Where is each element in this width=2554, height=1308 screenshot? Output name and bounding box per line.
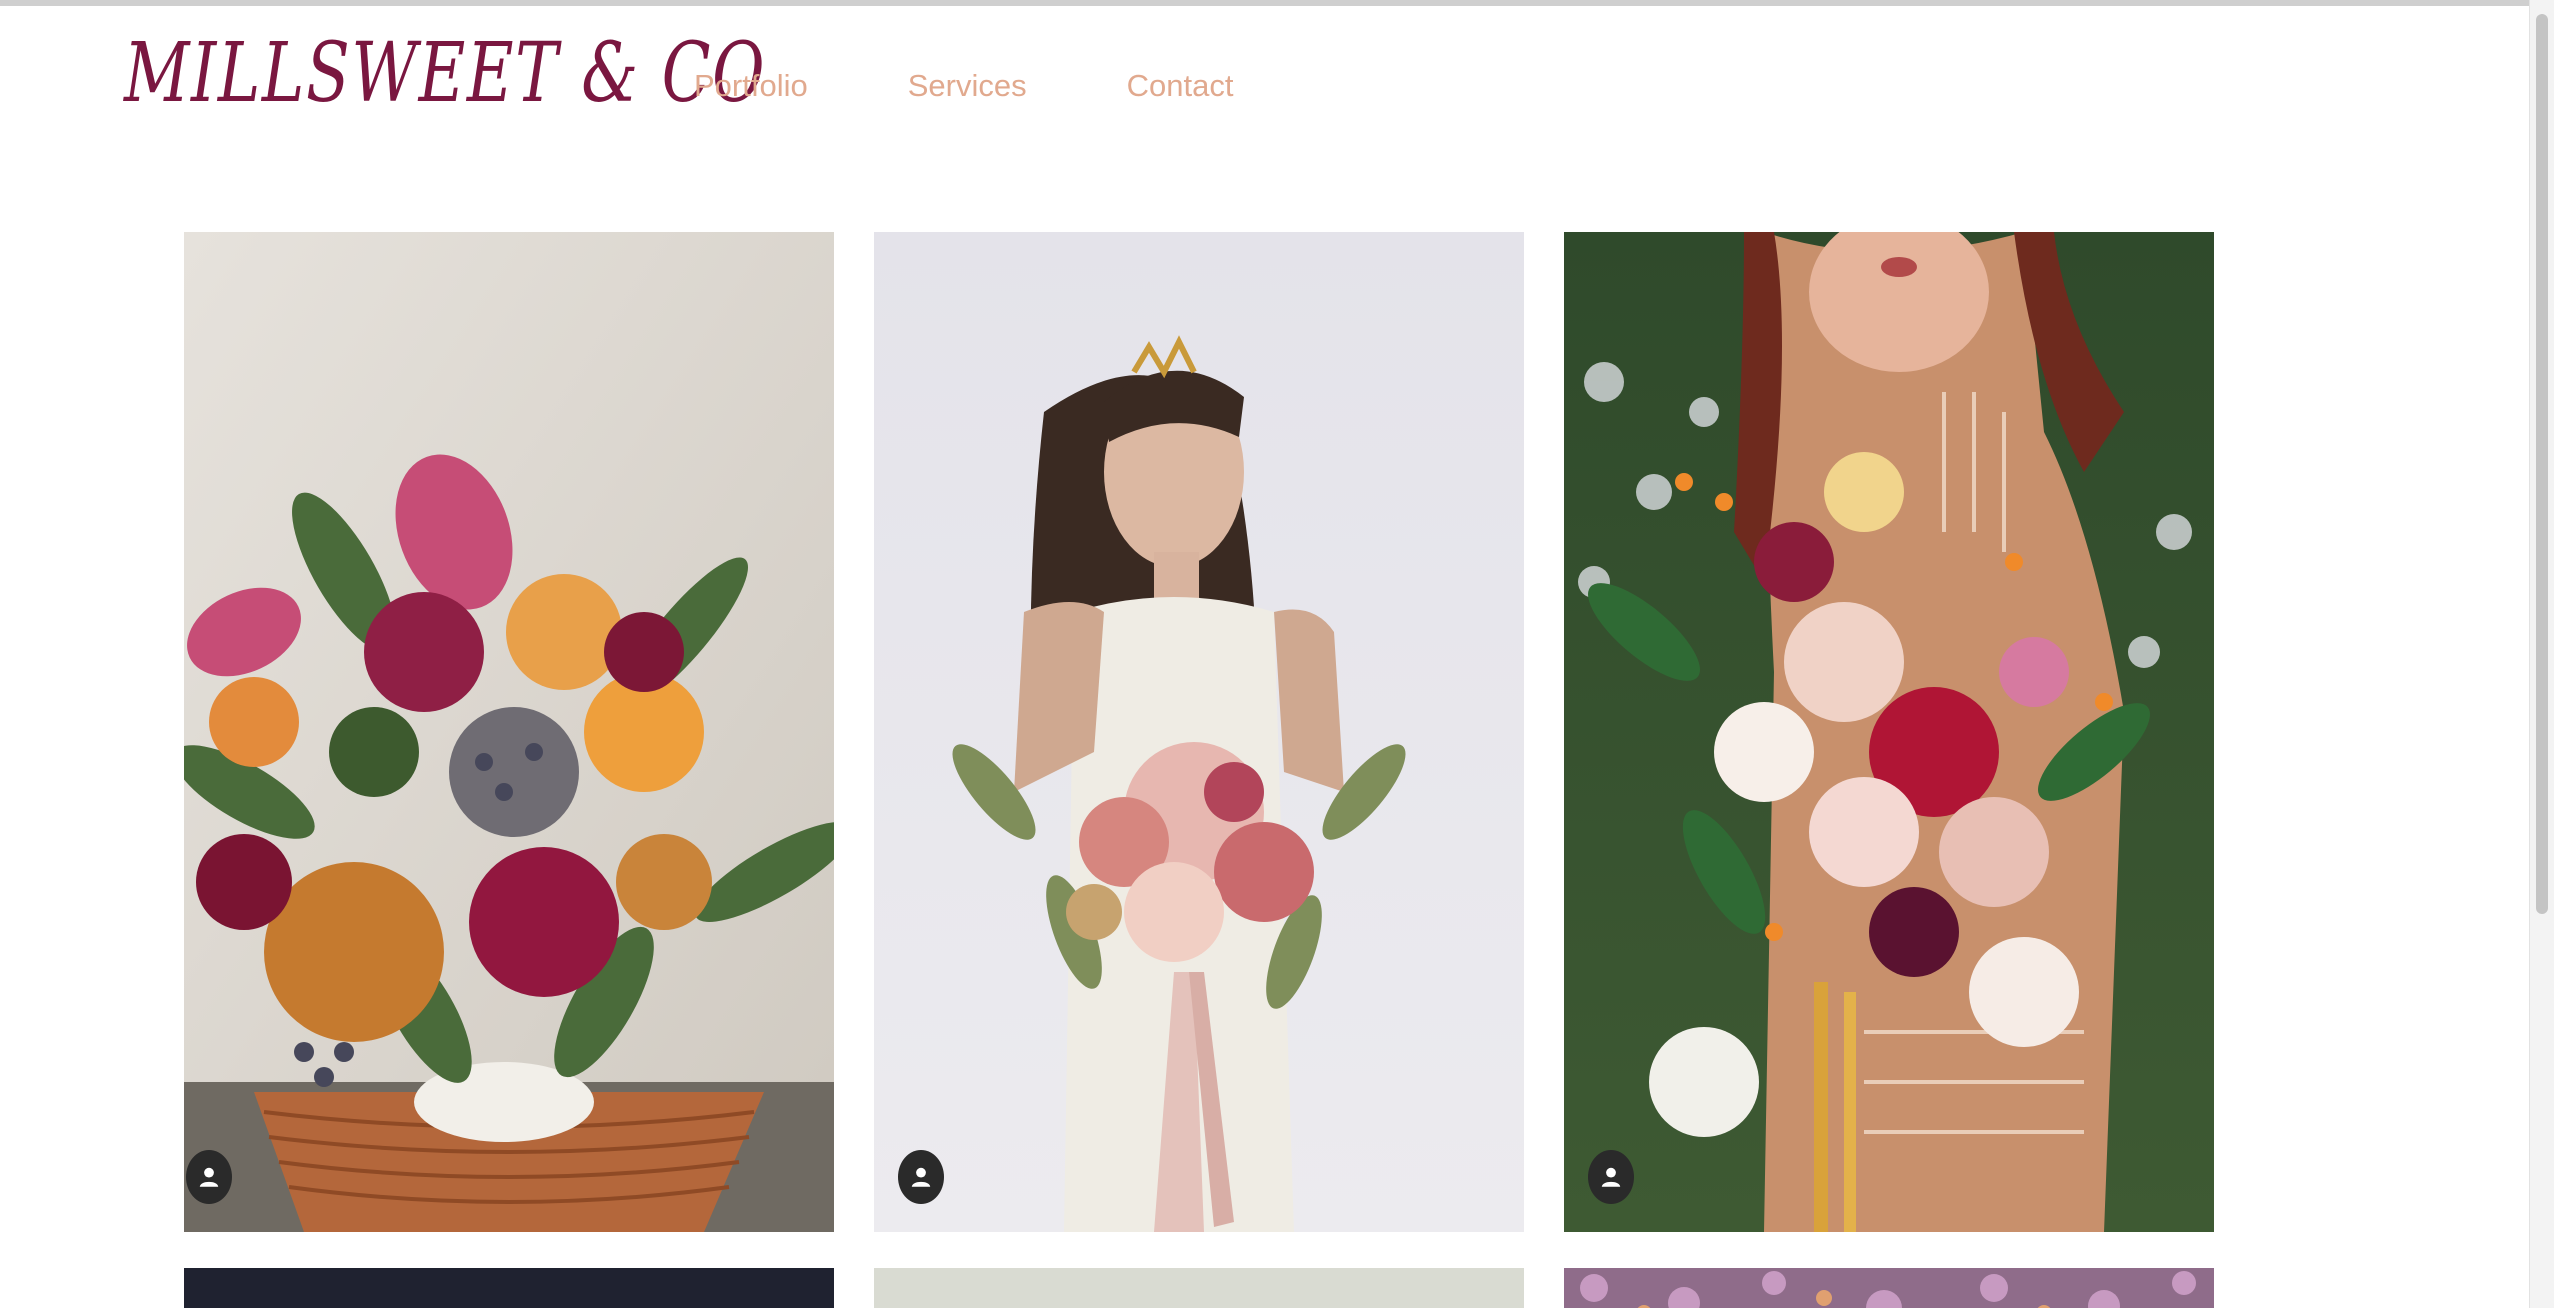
main-nav: Portfolio Services Contact [694,68,1233,104]
gallery-tile-row2-3[interactable] [1564,1268,2214,1308]
gallery-tile-bouquet-basket[interactable] [184,232,834,1232]
site-logo[interactable]: MILLSWEET & CO [124,26,766,121]
author-avatar-button[interactable] [1588,1150,1634,1204]
bride-bouquet-image [874,232,1524,1232]
author-avatar-button[interactable] [186,1150,232,1204]
scrollbar-thumb[interactable] [2536,14,2548,914]
petals-image [1564,1268,2214,1308]
nav-link-contact[interactable]: Contact [1127,68,1234,104]
gallery-tile-bride-bouquet[interactable] [874,232,1524,1232]
page-scrollbar[interactable] [2529,0,2554,1308]
site-header: MILLSWEET & CO Portfolio Services Contac… [0,6,2530,176]
gallery-tile-row2-1[interactable] [184,1268,834,1308]
user-avatar-icon [911,1167,931,1187]
nav-link-portfolio[interactable]: Portfolio [694,68,808,104]
bouquet-basket-image [184,232,834,1232]
user-avatar-icon [199,1167,219,1187]
author-avatar-button[interactable] [898,1150,944,1204]
woman-bouquet-image [1564,232,2214,1232]
nav-link-services[interactable]: Services [908,68,1027,104]
gallery-tile-row2-2[interactable] [874,1268,1524,1308]
user-avatar-icon [1601,1167,1621,1187]
gallery-tile-woman-bouquet[interactable] [1564,232,2214,1232]
page: MILLSWEET & CO Portfolio Services Contac… [0,0,2554,1308]
